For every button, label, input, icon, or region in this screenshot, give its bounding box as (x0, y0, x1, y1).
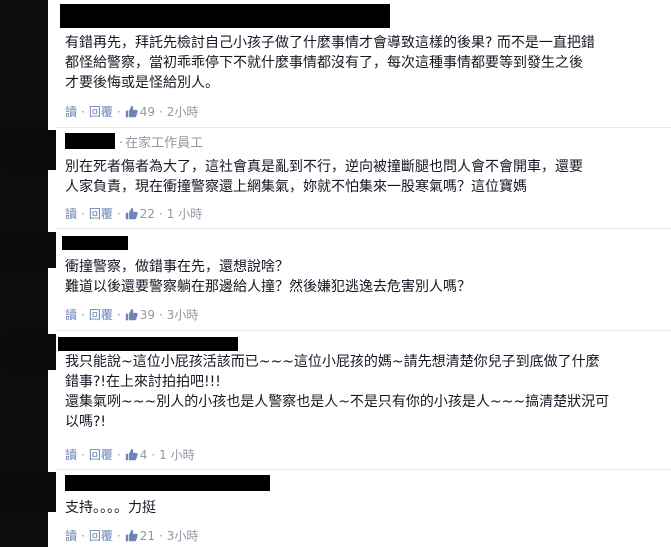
comment-actions: 讀 · 回覆 · 39 · 3小時 (65, 306, 199, 323)
comment-body: 衝撞警察，做錯事在先，還想說啥？ 難道以後還要警察躺在那邊給人撞？然後嫌犯逃逸去… (65, 259, 471, 295)
reply-link[interactable]: 回覆 (89, 446, 113, 463)
thumbs-up-icon[interactable] (125, 308, 138, 321)
timestamp[interactable]: 3小時 (167, 527, 199, 544)
comment-actions: 讀 · 回覆 · 4 · 1 小時 (65, 446, 195, 463)
timestamp[interactable]: 1 小時 (167, 205, 202, 222)
read-link[interactable]: 讀 (65, 446, 77, 463)
avatar (6, 232, 56, 268)
author-name-redacted (65, 475, 270, 491)
comment-body: 有錯再先，拜託先檢討自己小孩子做了什麼事情才會導致這樣的後果? 而不是一直把錯 … (65, 35, 595, 91)
thumbs-up-icon[interactable] (125, 529, 138, 542)
comment-divider (56, 330, 671, 331)
like-count: 4 (139, 447, 148, 462)
author-name-redacted (62, 236, 128, 250)
reply-link[interactable]: 回覆 (89, 205, 113, 222)
like-count: 22 (139, 206, 155, 221)
reply-link[interactable]: 回覆 (89, 527, 113, 544)
avatar (6, 334, 56, 370)
comment-actions: 讀 · 回覆 · 21 · 3小時 (65, 527, 199, 544)
comment-divider (56, 127, 671, 128)
avatar (6, 472, 56, 512)
like-count: 49 (139, 104, 155, 119)
reply-link[interactable]: 回覆 (89, 103, 113, 120)
author-name-redacted (65, 133, 115, 149)
read-link[interactable]: 讀 (65, 527, 77, 544)
like-count: 21 (139, 528, 155, 543)
avatar (6, 130, 56, 170)
read-link[interactable]: 讀 (65, 103, 77, 120)
comment-divider (56, 228, 671, 229)
author-meta: · 在家工作員工 (119, 136, 204, 151)
reply-link[interactable]: 回覆 (89, 306, 113, 323)
author-name-redacted (58, 337, 238, 351)
comment-divider (56, 469, 671, 470)
read-link[interactable]: 讀 (65, 306, 77, 323)
comment-body: 支持。。。。力挺 (65, 500, 156, 516)
timestamp[interactable]: 2小時 (167, 103, 199, 120)
comment-actions: 讀 · 回覆 · 22 · 1 小時 (65, 205, 203, 222)
timestamp[interactable]: 3小時 (167, 306, 199, 323)
author-workplace: 在家工作員工 (125, 136, 204, 151)
comment-actions: 讀 · 回覆 · 49 · 2小時 (65, 103, 199, 120)
comment-body: 別在死者傷者為大了，這社會真是亂到不行，逆向被撞斷腿也問人會不會開車，還要 人家… (65, 159, 583, 195)
author-name-redacted (60, 4, 390, 28)
left-redaction-bar (0, 0, 48, 547)
like-count: 39 (139, 307, 155, 322)
thumbs-up-icon[interactable] (125, 448, 138, 461)
comment-body: 我只能說~這位小屁孩活該而已~~~這位小屁孩的媽~請先想清楚你兒子到底做了什麼 … (65, 354, 610, 430)
thumbs-up-icon[interactable] (125, 207, 138, 220)
timestamp[interactable]: 1 小時 (159, 446, 194, 463)
thumbs-up-icon[interactable] (125, 105, 138, 118)
read-link[interactable]: 讀 (65, 205, 77, 222)
